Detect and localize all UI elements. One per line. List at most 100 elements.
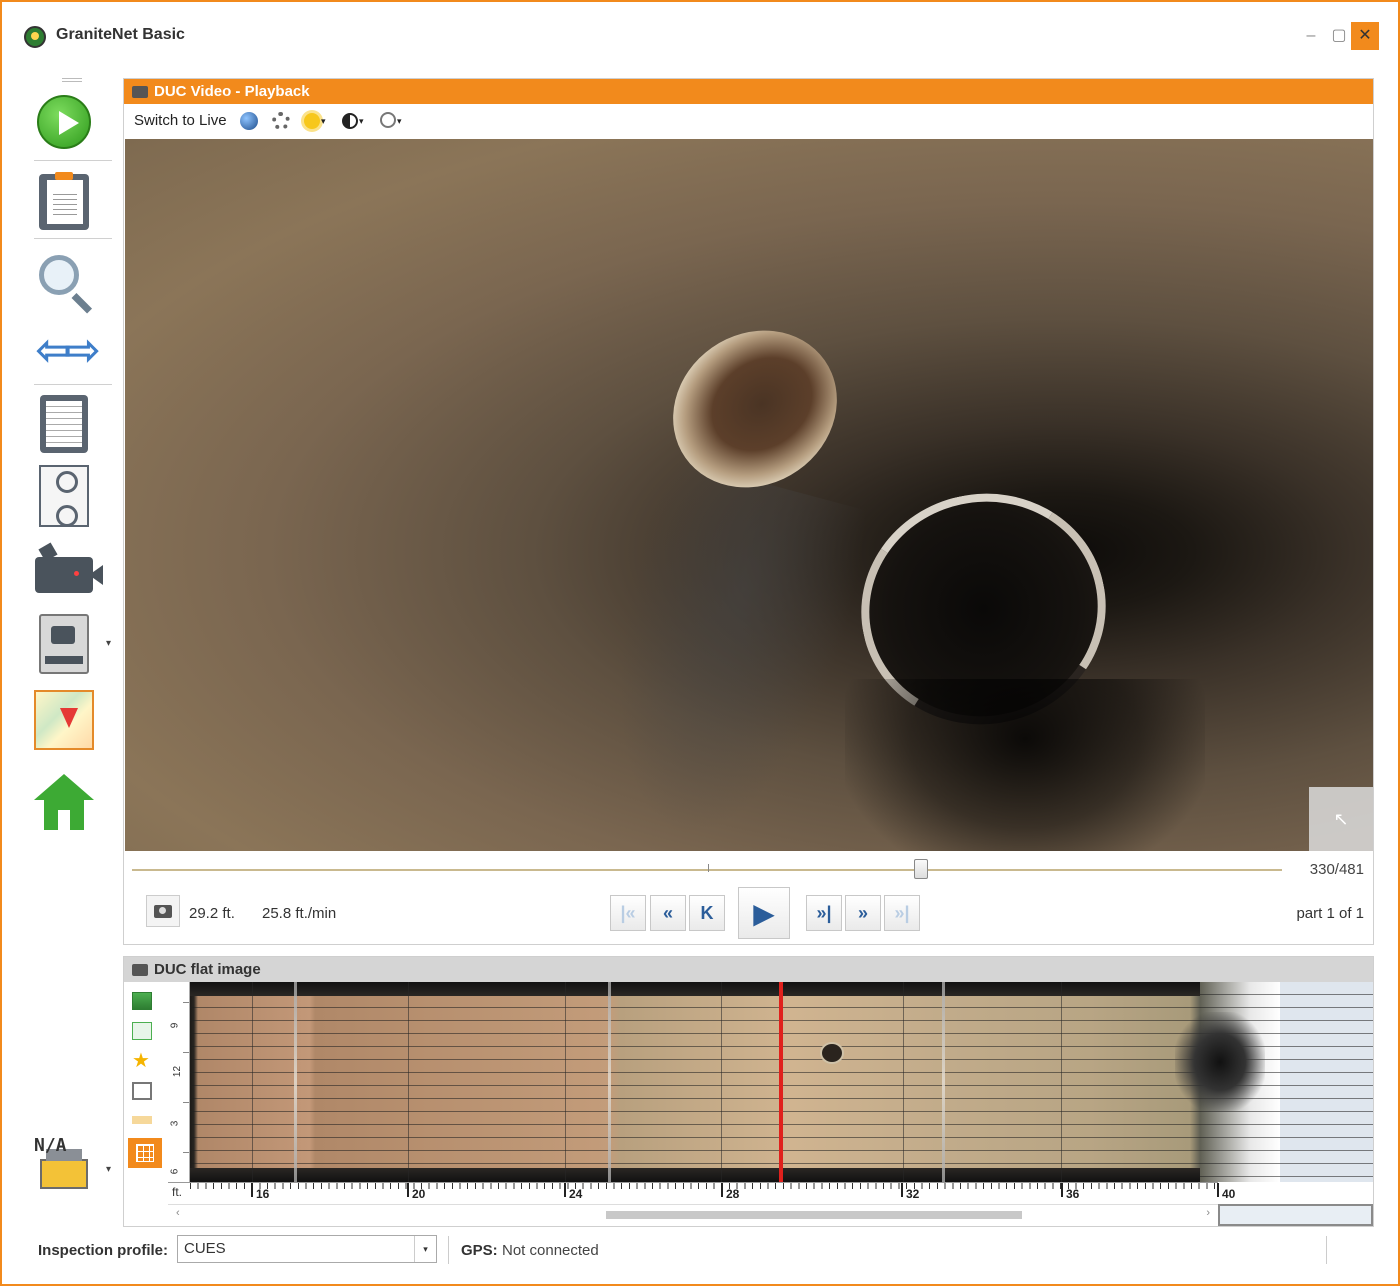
ft-major-tick	[251, 1183, 253, 1197]
scroll-thumb[interactable]	[606, 1211, 1022, 1219]
back-arrow-button[interactable]: ↖	[1309, 787, 1373, 851]
play-button[interactable]: ▶	[738, 887, 790, 939]
settings-gear-icon[interactable]	[272, 104, 290, 138]
seek-track[interactable]	[132, 869, 1282, 871]
first-frame-button[interactable]: |«	[610, 895, 646, 931]
globe-icon[interactable]	[240, 104, 258, 138]
ruler-icon[interactable]	[132, 1116, 152, 1124]
ft-major-tick	[901, 1183, 903, 1197]
grid-line	[903, 982, 904, 1182]
maximize-button[interactable]: ▢	[1325, 22, 1353, 50]
pipe-joint	[942, 982, 945, 1182]
app-title: GraniteNet Basic	[56, 26, 185, 43]
chevron-down-icon[interactable]: ▾	[414, 1236, 436, 1262]
contrast-icon[interactable]: ▾	[342, 104, 364, 138]
star-icon[interactable]: ★	[132, 1051, 152, 1071]
grid-toggle-button[interactable]	[128, 1138, 162, 1168]
gps-label: GPS:	[461, 1242, 498, 1259]
video-button[interactable]	[32, 538, 103, 602]
fast-rewind-button[interactable]: «	[650, 895, 686, 931]
pipe-end	[1175, 1012, 1265, 1112]
flat-pipe-image[interactable]	[190, 982, 1373, 1182]
chevron-down-icon[interactable]: ▾	[106, 1164, 111, 1175]
pipe-flow	[845, 679, 1205, 851]
playback-controls: 29.2 ft. 25.8 ft./min |« « K ▶ »| » »| part 1 …	[132, 887, 1368, 939]
camera-icon	[132, 86, 148, 98]
video-panel-header: DUC Video - Playback	[124, 79, 1373, 104]
horizontal-scrollbar[interactable]: ‹ ›	[168, 1204, 1218, 1224]
step-forward-icon: »|	[816, 902, 832, 923]
clock-label: 12	[172, 1065, 184, 1078]
pipe-stain	[572, 456, 878, 851]
separator	[448, 1236, 449, 1264]
home-button[interactable]	[32, 770, 96, 834]
overview-box	[1218, 1204, 1373, 1226]
camera-print-button[interactable]	[32, 612, 96, 676]
snapshot-button[interactable]	[146, 895, 180, 927]
status-bar: Inspection profile: CUES ▾ GPS: Not conn…	[2, 1232, 1398, 1284]
grid-icon	[136, 1144, 154, 1162]
app-window: GraniteNet Basic – ▢ ✕ ⇦⇨ ▾ ▾ N/A DUC Vi…	[0, 0, 1400, 1286]
video-frame[interactable]: ↖	[125, 139, 1373, 851]
fast-rewind-icon: «	[662, 902, 673, 923]
app-logo-icon	[24, 26, 46, 48]
play-icon: ▶	[753, 897, 775, 929]
report-button[interactable]	[32, 392, 96, 456]
close-button[interactable]: ✕	[1351, 22, 1379, 50]
grid-line	[1061, 982, 1062, 1182]
grid-line	[565, 982, 566, 1182]
ft-label: 16	[256, 1187, 270, 1201]
video-panel-title: DUC Video - Playback	[154, 83, 310, 100]
swap-button[interactable]: ⇦⇨	[32, 318, 101, 382]
export-image-icon[interactable]	[132, 992, 152, 1010]
ft-major-tick	[564, 1183, 566, 1197]
step-back-button[interactable]: K	[689, 895, 725, 931]
start-inspection-button[interactable]	[32, 90, 96, 154]
gps-value: Not connected	[502, 1242, 599, 1259]
title-bar: GraniteNet Basic – ▢ ✕	[2, 2, 1398, 72]
ft-major-tick	[721, 1183, 723, 1197]
video-panel: DUC Video - Playback Switch to Live ▾ ▾ …	[123, 78, 1374, 945]
add-observation-icon[interactable]	[132, 1022, 152, 1040]
ft-label: 24	[569, 1187, 583, 1201]
search-button[interactable]	[32, 248, 96, 312]
flat-side-toolbar: ★	[124, 982, 166, 1226]
ft-unit-label: ft.	[172, 1185, 183, 1199]
last-frame-button[interactable]: »|	[884, 895, 920, 931]
grid-line	[252, 982, 253, 1182]
ft-label: 20	[412, 1187, 426, 1201]
clipboard-button[interactable]	[32, 170, 96, 234]
distance-readout: 29.2 ft.	[189, 905, 235, 922]
inspection-profile-select[interactable]: CUES ▾	[177, 1235, 437, 1263]
seek-bar[interactable]: 330/481	[132, 855, 1368, 885]
minor-ticks	[190, 1183, 1218, 1189]
map-button[interactable]	[32, 688, 96, 752]
part-label: part 1 of 1	[1296, 905, 1364, 922]
fast-forward-button[interactable]: »	[845, 895, 881, 931]
ft-label: 36	[1066, 1187, 1080, 1201]
seek-thumb[interactable]	[914, 859, 928, 879]
switch-to-live-button[interactable]: Switch to Live	[134, 104, 227, 138]
clock-tick	[183, 1102, 189, 1103]
ft-major-tick	[1217, 1183, 1219, 1197]
last-frame-icon: »|	[894, 902, 910, 923]
toolbar-grip[interactable]	[62, 78, 82, 82]
chevron-down-icon[interactable]: ▾	[106, 638, 111, 649]
minimize-button[interactable]: –	[1297, 22, 1325, 50]
ft-label: 40	[1222, 1187, 1236, 1201]
zoom-icon[interactable]: ▾	[380, 104, 402, 138]
scroll-left-icon[interactable]: ‹	[176, 1207, 180, 1219]
separator	[34, 384, 112, 385]
clock-scale: 9 12 3 6	[168, 982, 190, 1182]
frame-counter: 330/481	[1309, 861, 1364, 878]
step-forward-button[interactable]: »|	[806, 895, 842, 931]
speed-readout: 25.8 ft./min	[262, 905, 337, 922]
pipe-segment-icon	[39, 465, 89, 527]
pipe-segment-button[interactable]	[32, 464, 96, 528]
layers-icon[interactable]	[132, 1082, 152, 1100]
scroll-right-icon[interactable]: ›	[1206, 1207, 1210, 1219]
brightness-icon[interactable]: ▾	[304, 104, 326, 138]
step-back-icon: K	[700, 902, 714, 923]
position-marker[interactable]	[779, 982, 783, 1182]
ft-label: 28	[726, 1187, 740, 1201]
